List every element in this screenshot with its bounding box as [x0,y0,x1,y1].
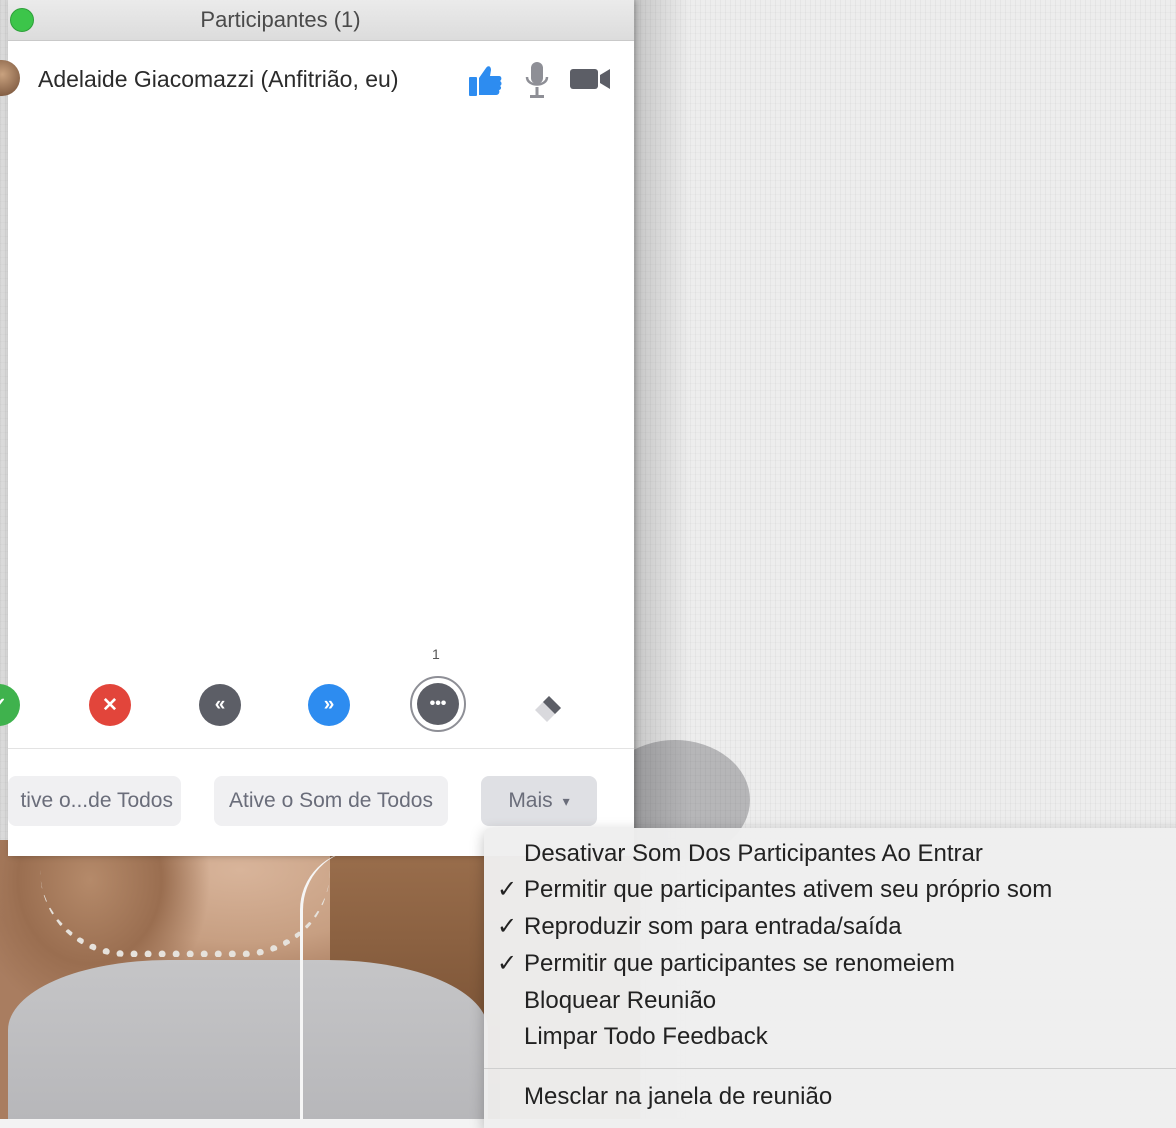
menu-item-label: Permitir que participantes se renomeiem [524,950,955,977]
menu-item-label: Bloquear Reunião [524,987,717,1014]
microphone-icon[interactable] [524,60,550,105]
participant-row[interactable]: Adelaide Giacomazzi (Anfitrião, eu) [0,52,634,108]
menu-item-mute-on-entry[interactable]: Desativar Som Dos Participantes Ao Entra… [484,838,1176,874]
go-slower-icon[interactable]: « [199,684,241,726]
menu-item-clear-feedback[interactable]: Limpar Todo Feedback [484,1021,1176,1057]
participant-name: Adelaide Giacomazzi (Anfitrião, eu) [38,66,399,92]
menu-item-label: Reproduzir som para entrada/saída [524,913,902,940]
checkmark-icon: ✓ [497,876,518,903]
checkmark-icon: ✓ [497,950,518,977]
window-title: Participantes (1) [200,7,361,32]
menu-item-label: Permitir que participantes ativem seu pr… [524,876,1053,903]
unmute-all-button[interactable]: Ative o Som de Todos [214,776,448,826]
checkmark-icon: ✓ [497,913,518,940]
earphone-wire [300,850,393,1119]
window-titlebar: Participantes (1) [8,0,634,41]
clear-all-icon[interactable] [527,684,571,733]
panel-divider [8,748,634,749]
video-camera-icon[interactable] [569,66,611,97]
chevron-down-icon: ▾ [562,792,570,809]
menu-separator [484,1068,1176,1069]
reaction-count-badge: 1 [432,646,440,662]
more-dropdown-menu: Desativar Som Dos Participantes Ao Entra… [484,828,1176,1128]
yes-icon[interactable]: ✓ [0,684,20,726]
avatar [0,60,20,96]
no-icon[interactable]: ✕ [89,684,131,726]
mute-all-button[interactable]: tive o...de Todos [8,776,181,826]
participant-shirt [8,960,488,1119]
more-button-label: Mais [508,789,553,812]
reactions-bar: ✓ ✕ « » ••• [0,676,634,736]
menu-item-lock-meeting[interactable]: Bloquear Reunião [484,985,1176,1021]
menu-item-play-sound[interactable]: ✓ Reproduzir som para entrada/saída [484,911,1176,947]
participant-necklace [40,870,330,957]
thumbs-up-icon [467,62,503,103]
go-faster-icon[interactable]: » [308,684,350,726]
menu-item-label: Limpar Todo Feedback [524,1023,768,1050]
menu-item-allow-unmute[interactable]: ✓ Permitir que participantes ativem seu … [484,874,1176,910]
menu-item-merge-window[interactable]: Mesclar na janela de reunião [484,1081,1176,1117]
more-button[interactable]: Mais ▾ [481,776,597,826]
participants-panel: Participantes (1) Adelaide Giacomazzi (A… [0,0,634,856]
menu-item-label: Desativar Som Dos Participantes Ao Entra… [524,840,983,867]
more-icon[interactable]: ••• [417,683,459,725]
menu-item-label: Mesclar na janela de reunião [524,1083,833,1110]
menu-item-allow-rename[interactable]: ✓ Permitir que participantes se renomeie… [484,948,1176,984]
